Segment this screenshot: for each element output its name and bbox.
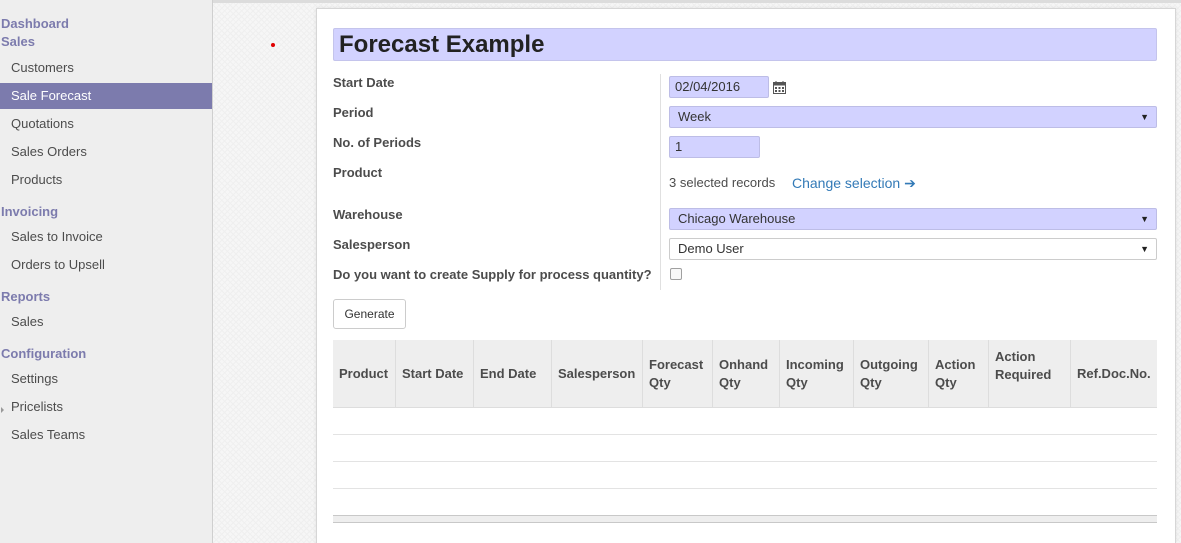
period-label: Period <box>333 105 374 120</box>
salesperson-label: Salesperson <box>333 237 411 252</box>
column-header-end-date[interactable]: End Date <box>474 340 552 408</box>
sidebar-item-sales-orders[interactable]: Sales Orders <box>0 139 212 165</box>
sidebar-header-configuration: Configuration <box>1 346 87 361</box>
form-sheet: Forecast Example Start Date Period No. o… <box>316 8 1176 543</box>
forecast-name-field[interactable]: Forecast Example <box>333 28 1157 61</box>
warehouse-select[interactable]: Chicago Warehouse ▼ <box>669 208 1157 230</box>
column-header-text: Outgoing <box>860 357 918 372</box>
column-header-text: Onhand <box>719 357 769 372</box>
column-header-text: Qty <box>786 375 808 390</box>
column-header-forecast-qty[interactable]: Forecast Qty <box>643 340 713 408</box>
periods-label: No. of Periods <box>333 135 422 150</box>
product-label: Product <box>333 165 383 180</box>
periods-input[interactable]: 1 <box>669 136 760 158</box>
calendar-icon[interactable] <box>773 81 786 94</box>
sidebar-item-reports-sales[interactable]: Sales <box>0 309 212 335</box>
column-header-action-required[interactable]: Action Required <box>989 340 1071 408</box>
period-value: Week <box>678 109 711 124</box>
sidebar: Dashboard Sales Customers Sale Forecast … <box>0 0 213 543</box>
sidebar-header-invoicing: Invoicing <box>1 204 59 219</box>
chevron-down-icon: ▼ <box>1140 244 1149 254</box>
column-header-text: Forecast <box>649 357 704 372</box>
column-header-text: Action <box>995 349 1036 364</box>
supply-label: Do you want to create Supply for process… <box>333 267 652 282</box>
column-header-incoming-qty[interactable]: Incoming Qty <box>780 340 854 408</box>
column-header-text: Qty <box>935 375 957 390</box>
warehouse-label: Warehouse <box>333 207 403 222</box>
sidebar-item-sale-forecast[interactable]: Sale Forecast <box>0 83 212 109</box>
table-row <box>333 488 1157 489</box>
start-date-label: Start Date <box>333 75 395 90</box>
sidebar-item-customers[interactable]: Customers <box>0 55 212 81</box>
form-column-divider <box>660 74 661 290</box>
sidebar-item-products[interactable]: Products <box>0 167 212 193</box>
column-header-outgoing-qty[interactable]: Outgoing Qty <box>854 340 929 408</box>
cursor-dot <box>271 43 275 47</box>
change-selection-link[interactable]: Change selection ➔ <box>792 175 916 192</box>
column-header-text: Salesperson <box>558 366 636 381</box>
table-row <box>333 434 1157 435</box>
column-header-text: Incoming <box>786 357 844 372</box>
sidebar-item-orders-to-upsell[interactable]: Orders to Upsell <box>0 252 212 278</box>
column-header-salesperson[interactable]: Salesperson <box>552 340 643 408</box>
column-header-text: Action <box>935 357 976 372</box>
column-header-text: Start Date <box>402 366 464 381</box>
chevron-down-icon: ▼ <box>1140 214 1149 224</box>
sidebar-item-sales-teams[interactable]: Sales Teams <box>0 422 212 448</box>
column-header-text: Product <box>339 366 389 381</box>
column-header-product[interactable]: Product <box>333 340 396 408</box>
period-select[interactable]: Week ▼ <box>669 106 1157 128</box>
sidebar-item-sales-to-invoice[interactable]: Sales to Invoice <box>0 224 212 250</box>
start-date-input[interactable]: 02/04/2016 <box>669 76 769 98</box>
product-records-count: 3 selected records <box>669 175 776 190</box>
table-footer <box>333 515 1157 523</box>
column-header-text: Qty <box>860 375 882 390</box>
column-header-start-date[interactable]: Start Date <box>396 340 474 408</box>
column-header-ref-doc-no[interactable]: Ref.Doc.No. <box>1071 340 1157 408</box>
sidebar-header-sales[interactable]: Sales <box>1 34 35 49</box>
column-header-text: Required <box>995 367 1052 382</box>
column-header-onhand-qty[interactable]: Onhand Qty <box>713 340 780 408</box>
salesperson-value: Demo User <box>678 241 744 256</box>
sidebar-header-reports: Reports <box>1 289 51 304</box>
top-divider <box>213 0 1181 3</box>
sidebar-item-quotations[interactable]: Quotations <box>0 111 212 137</box>
column-header-text: Qty <box>649 375 671 390</box>
sidebar-item-pricelists[interactable]: Pricelists <box>0 394 212 420</box>
column-header-text: End Date <box>480 366 537 381</box>
generate-button[interactable]: Generate <box>333 299 406 329</box>
chevron-down-icon: ▼ <box>1140 112 1149 122</box>
column-header-action-qty[interactable]: Action Qty <box>929 340 989 408</box>
column-header-text: Qty <box>719 375 741 390</box>
supply-checkbox[interactable] <box>670 268 682 280</box>
table-row <box>333 461 1157 462</box>
warehouse-value: Chicago Warehouse <box>678 211 796 226</box>
sidebar-item-settings[interactable]: Settings <box>0 366 212 392</box>
sidebar-header-dashboard[interactable]: Dashboard <box>1 16 69 31</box>
column-header-text: Ref.Doc.No. <box>1077 366 1151 381</box>
salesperson-select[interactable]: Demo User ▼ <box>669 238 1157 260</box>
table-header: Product Start Date End Date Salesperson … <box>333 340 1157 408</box>
